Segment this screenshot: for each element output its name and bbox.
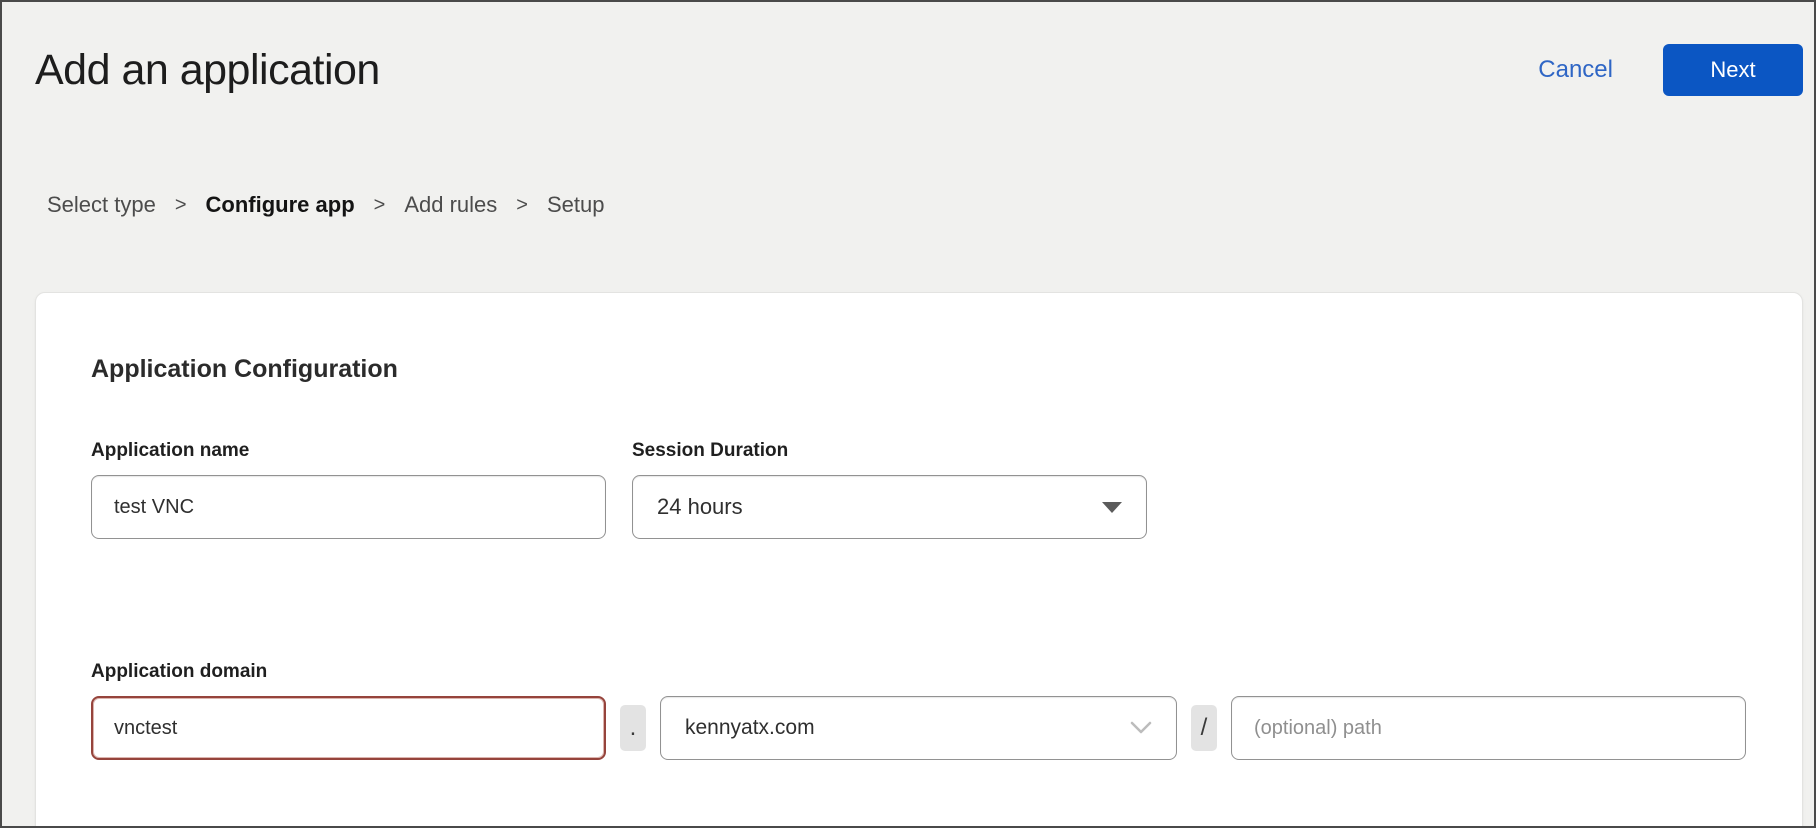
dot-separator: . <box>620 705 646 751</box>
session-duration-label: Session Duration <box>632 440 1147 462</box>
next-button[interactable]: Next <box>1663 44 1803 96</box>
slash-separator: / <box>1191 705 1217 751</box>
breadcrumb-step-configure-app: Configure app <box>206 192 355 218</box>
subdomain-input[interactable] <box>91 696 606 760</box>
application-name-field: Application name <box>91 440 606 539</box>
application-domain-field: Application domain . kennyatx.com / <box>91 661 1747 760</box>
application-name-input[interactable] <box>91 475 606 539</box>
breadcrumb-separator: > <box>374 194 386 217</box>
cancel-button[interactable]: Cancel <box>1538 56 1613 84</box>
breadcrumb-separator: > <box>175 194 187 217</box>
name-duration-row: Application name Session Duration 24 hou… <box>91 440 1747 539</box>
domain-select[interactable]: kennyatx.com <box>660 696 1177 760</box>
session-duration-select[interactable]: 24 hours <box>632 475 1147 539</box>
page-header: Add an application Cancel Next <box>2 2 1814 112</box>
header-actions: Cancel Next <box>1538 44 1803 96</box>
application-name-label: Application name <box>91 440 606 462</box>
breadcrumb-step-add-rules: Add rules <box>404 192 497 218</box>
breadcrumb: Select type > Configure app > Add rules … <box>47 192 604 218</box>
session-duration-field: Session Duration 24 hours <box>632 440 1147 539</box>
breadcrumb-separator: > <box>516 194 528 217</box>
section-heading: Application Configuration <box>91 355 1747 384</box>
path-input[interactable] <box>1231 696 1746 760</box>
add-application-page: Add an application Cancel Next Select ty… <box>0 0 1816 828</box>
application-domain-row: . kennyatx.com / <box>91 696 1747 760</box>
page-title: Add an application <box>35 46 380 95</box>
application-domain-label: Application domain <box>91 661 1747 683</box>
session-duration-value: 24 hours <box>657 494 743 520</box>
breadcrumb-step-select-type[interactable]: Select type <box>47 192 156 218</box>
caret-down-icon <box>1102 502 1122 513</box>
domain-select-value: kennyatx.com <box>685 716 815 740</box>
application-configuration-card: Application Configuration Application na… <box>35 292 1803 828</box>
breadcrumb-step-setup: Setup <box>547 192 605 218</box>
chevron-down-icon <box>1130 721 1152 735</box>
